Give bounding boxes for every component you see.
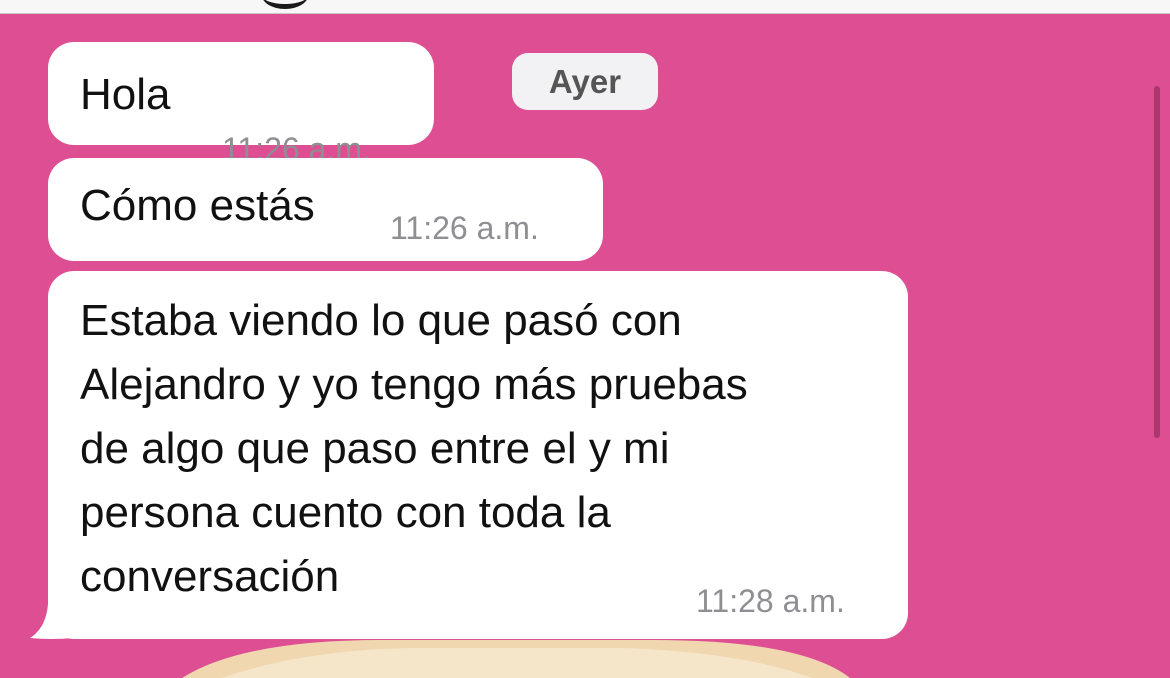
message-timestamp: 11:28 a.m. xyxy=(696,583,845,619)
scrollbar[interactable] xyxy=(1154,86,1160,438)
message-timestamp: 11:26 a.m. xyxy=(390,210,539,246)
message-text: Estaba viendo lo que pasó con Alejandro … xyxy=(80,296,748,601)
top-bar-fragment xyxy=(262,0,308,9)
message-text: Cómo estás xyxy=(80,181,315,230)
message-text: Hola xyxy=(80,70,171,119)
message-bubble[interactable]: Cómo estás 11:26 a.m. xyxy=(48,158,603,261)
message-bubble[interactable]: Estaba viendo lo que pasó con Alejandro … xyxy=(48,271,908,639)
top-bar xyxy=(0,0,1170,14)
date-separator-badge: Ayer xyxy=(512,53,658,110)
message-bubble[interactable]: Hola 11:26 a.m. xyxy=(48,42,434,167)
wallpaper-image xyxy=(182,640,850,678)
